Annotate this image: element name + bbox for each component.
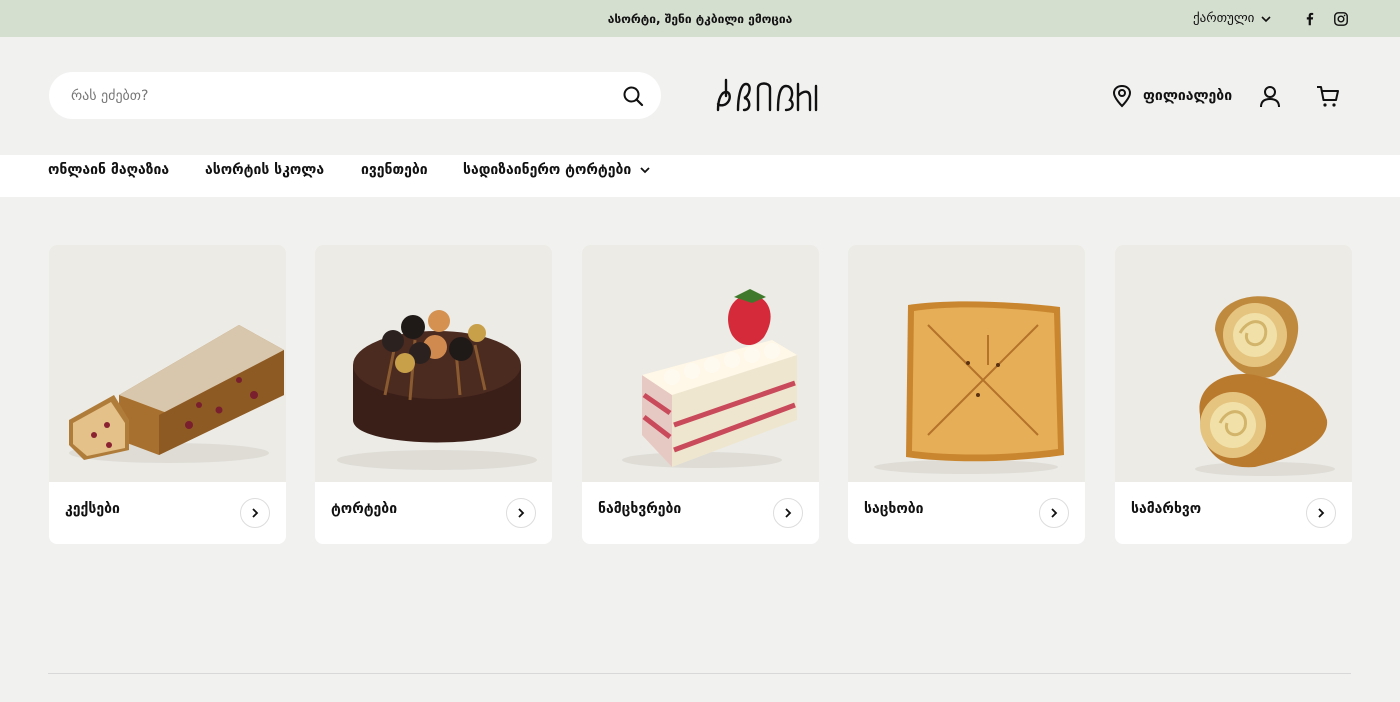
nav-item-label: ონლაინ მაღაზია	[48, 162, 170, 178]
search-icon[interactable]	[621, 84, 645, 108]
category-image	[315, 245, 552, 482]
nav-item-designer-cakes[interactable]: სადიზაინერო ტორტები	[463, 155, 651, 197]
nav-item-label: ასორტის სკოლა	[205, 162, 325, 178]
category-label: ნამცხვრები	[598, 501, 682, 517]
category-label: ტორტები	[331, 501, 398, 517]
category-card-pastries[interactable]: ნამცხვრები	[582, 245, 819, 544]
category-card-bakery[interactable]: საცხობი	[848, 245, 1085, 544]
category-card-cakes-loaf[interactable]: კექსები	[49, 245, 286, 544]
cart-icon[interactable]	[1315, 83, 1341, 109]
chevron-right-icon[interactable]	[773, 498, 803, 528]
category-card-lenten[interactable]: სამარხვო	[1115, 245, 1352, 544]
instagram-icon[interactable]	[1332, 10, 1350, 28]
branches-label: ფილიალები	[1143, 88, 1233, 104]
category-image	[848, 245, 1085, 482]
site-logo[interactable]	[714, 76, 822, 116]
search-input[interactable]	[71, 72, 591, 119]
chevron-right-icon[interactable]	[1306, 498, 1336, 528]
language-label: ქართული	[1193, 10, 1255, 26]
nav-item-online-shop[interactable]: ონლაინ მაღაზია	[48, 155, 169, 197]
search-bar	[49, 72, 661, 119]
chevron-right-icon[interactable]	[1039, 498, 1069, 528]
footer-divider	[48, 673, 1351, 674]
chevron-down-icon	[640, 167, 650, 174]
branches-link[interactable]: ფილიალები	[1110, 83, 1232, 109]
nav-item-school[interactable]: ასორტის სკოლა	[205, 155, 324, 197]
location-pin-icon	[1112, 84, 1132, 108]
category-image	[1115, 245, 1352, 482]
category-image	[49, 245, 286, 482]
language-selector[interactable]: ქართული	[1193, 0, 1272, 37]
category-image	[582, 245, 819, 482]
category-card-cakes[interactable]: ტორტები	[315, 245, 552, 544]
facebook-icon[interactable]	[1301, 10, 1319, 28]
category-label: კექსები	[65, 501, 120, 517]
nav-item-label: სადიზაინერო ტორტები	[463, 162, 632, 178]
nav-item-label: ივენთები	[361, 162, 428, 178]
user-icon[interactable]	[1257, 83, 1283, 109]
chevron-right-icon[interactable]	[506, 498, 536, 528]
nav-item-events[interactable]: ივენთები	[361, 155, 428, 197]
announcement-bar: ასორტი, შენი ტკბილი ემოცია ქართული	[0, 0, 1400, 37]
chevron-down-icon	[1261, 15, 1271, 22]
category-label: სამარხვო	[1131, 501, 1202, 517]
announcement-text: ასორტი, შენი ტკბილი ემოცია	[607, 12, 793, 26]
chevron-right-icon[interactable]	[240, 498, 270, 528]
category-label: საცხობი	[864, 501, 924, 517]
main-nav: ონლაინ მაღაზია ასორტის სკოლა ივენთები სა…	[0, 155, 1400, 197]
